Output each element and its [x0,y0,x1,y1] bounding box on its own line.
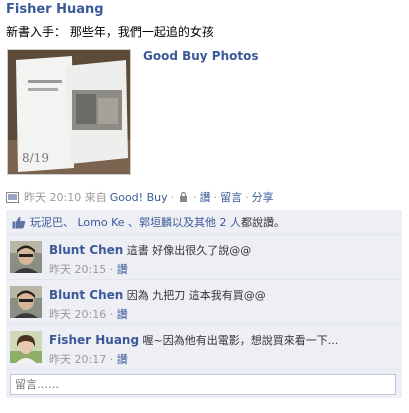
comment-text: 喔~因為他有出電影，想說買來看一下... [142,334,339,347]
comment-item: Fisher Huang 喔~因為他有出電影，想說買來看一下... 昨天 20:… [6,325,402,370]
avatar[interactable] [10,331,42,363]
attachment-title-link[interactable]: Good Buy Photos [143,49,259,63]
likers-link[interactable]: 玩泥巴、 Lomo Ke 、郭垣麟以及其他 2 人 [30,214,241,230]
separator: · [109,308,114,321]
app-icon [6,191,19,203]
likes-summary: 玩泥巴、 Lomo Ke 、郭垣麟以及其他 2 人 都說讚。 [6,210,402,235]
lock-icon[interactable] [179,191,188,202]
separator: · [109,353,114,366]
comment-item: Blunt Chen 這書 好像出很久了說@@ 昨天 20:15 · 讚 [6,235,402,280]
comment-composer [6,370,402,398]
comment-author[interactable]: Fisher Huang [49,333,139,347]
comment-author[interactable]: Blunt Chen [49,288,123,302]
comment-time[interactable]: 昨天 20:15 [49,263,106,276]
comment-text: 這書 好像出很久了說@@ [126,244,252,257]
avatar[interactable] [10,241,42,273]
comment-time[interactable]: 昨天 20:16 [49,308,106,321]
likes-suffix: 都說讚。 [241,216,286,229]
post-time[interactable]: 昨天 20:10 來自 [24,189,107,205]
post-author[interactable]: Fisher Huang [6,2,104,17]
separator: · [213,190,218,204]
comment-author[interactable]: Blunt Chen [49,243,123,257]
post-meta: 昨天 20:10 來自 Good! Buy · · 讚 · 留言 · 分享 [6,189,274,205]
avatar[interactable] [10,286,42,318]
thumbs-up-icon [12,216,26,229]
like-link[interactable]: 讚 [200,189,211,205]
comment-like-link[interactable]: 讚 [117,263,128,276]
feedback-section: 玩泥巴、 Lomo Ke 、郭垣麟以及其他 2 人 都說讚。 Blunt Che… [6,210,402,398]
comment-time[interactable]: 昨天 20:17 [49,353,106,366]
separator: · [245,190,249,204]
attachment-photo[interactable]: 8/19 [7,49,131,175]
share-link[interactable]: 分享 [252,189,274,205]
comment-item: Blunt Chen 因為 九把刀 這本我有買@@ 昨天 20:16 · 讚 [6,280,402,325]
svg-text:8/19: 8/19 [22,151,49,165]
comment-text: 因為 九把刀 這本我有買@@ [126,289,266,302]
comment-like-link[interactable]: 讚 [117,353,128,366]
post-message: 新書入手： 那些年，我們一起追的女孩 [6,25,214,39]
app-link[interactable]: Good! Buy [110,191,168,204]
separator: · [170,190,175,204]
separator: · [193,190,197,204]
comment-link[interactable]: 留言 [220,189,242,205]
comment-input[interactable] [10,374,396,395]
comment-like-link[interactable]: 讚 [117,308,128,321]
separator: · [109,263,114,276]
book-photo-image: 8/19 [8,50,130,174]
